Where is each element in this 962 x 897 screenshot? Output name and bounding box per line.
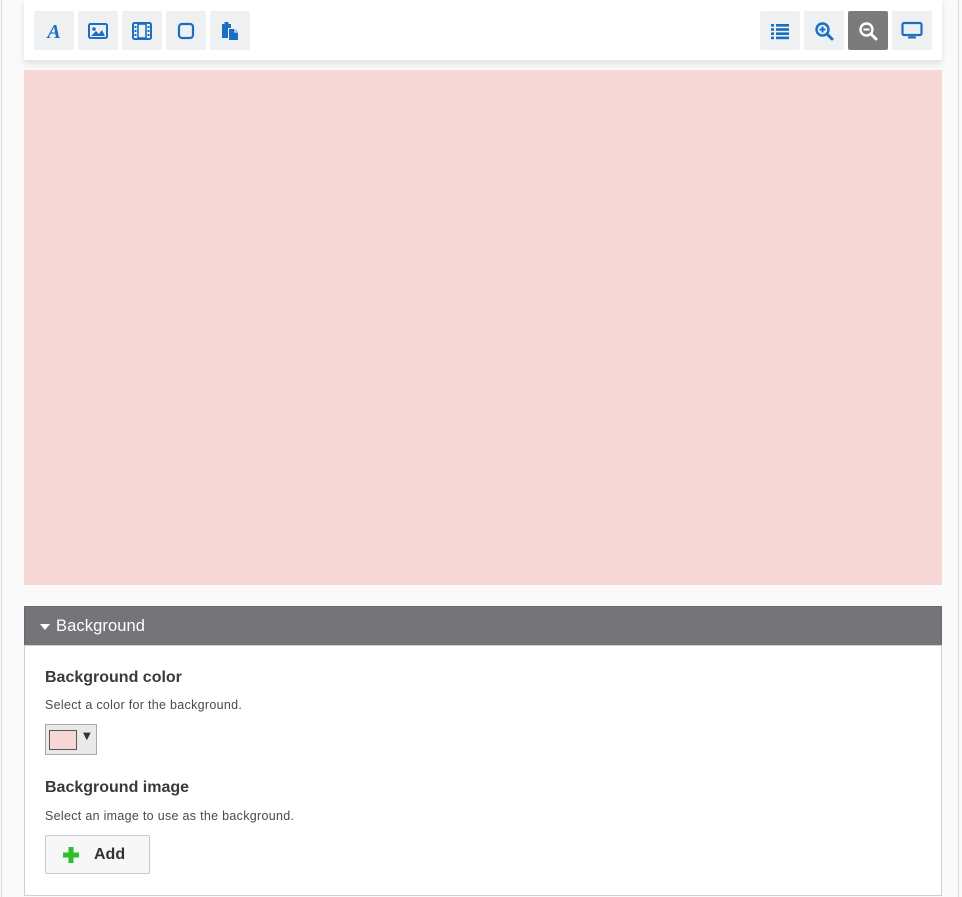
editor-frame: A Background Background color Select a c… (1, 0, 959, 897)
plus-icon (62, 846, 80, 869)
color-swatch (49, 730, 77, 750)
square-icon (177, 22, 195, 40)
shape-tool-button[interactable] (166, 11, 206, 50)
zoom-out-button[interactable] (848, 11, 888, 50)
image-tool-button[interactable] (78, 11, 118, 50)
image-icon (88, 22, 108, 40)
zoom-in-icon (814, 21, 834, 41)
paste-tool-button[interactable] (210, 11, 250, 50)
list-view-button[interactable] (760, 11, 800, 50)
font-icon: A (44, 21, 64, 41)
background-color-description: Select a color for the background. (45, 698, 243, 712)
preview-button[interactable] (892, 11, 932, 50)
caret-down-icon (40, 624, 50, 630)
zoom-out-icon (858, 21, 878, 41)
background-image-label: Background image (45, 779, 190, 796)
zoom-in-button[interactable] (804, 11, 844, 50)
background-panel-header[interactable]: Background (24, 606, 942, 646)
paste-icon (220, 21, 240, 41)
editor-toolbar: A (24, 0, 942, 61)
svg-text:A: A (45, 21, 60, 41)
background-image-description: Select an image to use as the background… (45, 809, 295, 823)
background-color-label: Background color (45, 669, 182, 686)
video-tool-button[interactable] (122, 11, 162, 50)
add-image-button[interactable]: Add (45, 835, 150, 874)
desktop-icon (901, 21, 923, 41)
film-icon (132, 21, 152, 40)
list-icon (770, 22, 790, 40)
add-button-label: Add (94, 846, 126, 863)
text-tool-button[interactable]: A (34, 11, 74, 50)
slide-canvas[interactable] (24, 70, 942, 585)
background-color-picker[interactable]: ▼ (45, 724, 97, 755)
panel-title: Background (56, 617, 146, 635)
dropdown-arrow-icon: ▼ (83, 731, 91, 742)
background-panel-body: Background color Select a color for the … (24, 645, 942, 896)
